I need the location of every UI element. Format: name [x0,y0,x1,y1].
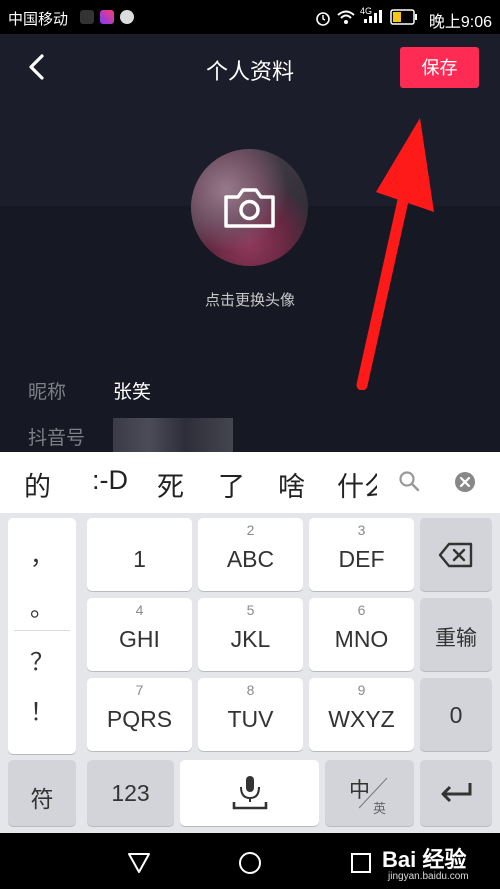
key-number: 3 [357,522,366,538]
douyin-id-label: 抖音号 [28,428,86,449]
key-number: 4 [135,602,144,618]
close-keyboard-icon[interactable] [454,471,476,493]
nav-home-icon[interactable] [238,851,262,875]
lang-sub-label: 英 [373,801,387,816]
key-label: DEF [338,546,385,572]
tiktok-icon [80,10,94,24]
search-icon[interactable] [398,470,420,492]
key-wxyz[interactable]: 9 WXYZ [309,678,414,751]
key-label: TUV [227,706,274,732]
watermark-logo: Bai 经验 [382,847,467,872]
candidate-word[interactable]: 啥 [278,465,305,504]
key-label: ABC [226,546,275,572]
nickname-label: 昵称 [28,382,67,403]
signal-icon [364,10,382,23]
key-1[interactable]: 1 [87,518,192,591]
candidate-word[interactable]: :-D [92,465,128,496]
period-key[interactable]: 。 [8,588,76,623]
key-label: 重输 [435,627,477,650]
key-def[interactable]: 3 DEF [309,518,414,591]
punctuation-column[interactable]: ， 。 ？ ！ [8,518,76,754]
key-label: 0 [449,702,463,728]
key-label: 符 [30,786,54,812]
key-pqrs[interactable]: 7 PQRS [87,678,192,751]
backspace-icon [438,542,473,568]
annotation-arrow [356,118,434,390]
key-label: MNO [334,626,389,652]
key-label: 1 [133,546,146,572]
key-number: 2 [246,522,255,538]
comma-key[interactable]: ， [8,536,76,571]
exclamation-key[interactable]: ！ [8,692,76,727]
divider [14,630,70,631]
key-label: 123 [111,780,150,806]
clock: 晚上9:06 [428,14,492,31]
douyin-id-redacted-value [113,418,233,452]
app-notification-icon [100,10,114,24]
nav-recents-icon[interactable] [350,852,372,874]
key-number: 5 [246,602,255,618]
key-mno[interactable]: 6 MNO [309,598,414,671]
save-button[interactable]: 保存 [400,47,479,88]
key-tuv[interactable]: 8 TUV [198,678,303,751]
key-number: 7 [135,682,144,698]
key-abc[interactable]: 2 ABC [198,518,303,591]
alarm-icon [316,12,330,26]
key-number: 9 [357,682,366,698]
candidate-word[interactable]: 了 [218,465,245,504]
enter-icon [441,783,472,803]
backspace-key[interactable] [420,518,492,591]
numeric-key[interactable]: 123 [87,760,174,826]
question-key[interactable]: ？ [8,642,76,677]
nickname-input[interactable]: 张笑 [113,377,151,404]
key-0[interactable]: 0 [420,678,492,751]
candidate-bar: 的 :-D 死 了 啥 什么 [0,452,500,513]
key-label: PQRS [106,706,173,732]
key-label: JKL [230,626,271,652]
enter-key[interactable] [420,760,492,826]
avatar[interactable] [191,149,308,266]
nav-back-icon[interactable] [127,852,151,874]
candidate-word[interactable]: 的 [24,465,51,504]
camera-icon [224,188,275,228]
pinyin-keyboard: ， 。 ？ ！ 1 2 ABC 3 DEF 4 GHI 5 JKL 6 MNO … [0,513,500,833]
key-ghi[interactable]: 4 GHI [87,598,192,671]
key-number: 8 [246,682,255,698]
space-voice-key[interactable] [180,760,319,826]
candidate-word[interactable]: 什么 [337,465,377,504]
key-number: 6 [357,602,366,618]
symbol-key[interactable]: 符 [8,760,76,826]
microphone-icon [232,776,268,810]
carrier-name: 中国移动 [8,11,69,28]
key-jkl[interactable]: 5 JKL [198,598,303,671]
watermark-url: jingyan.baidu.com [388,871,469,882]
reinput-key[interactable]: 重输 [420,598,492,671]
battery-icon [390,9,417,25]
language-switch-key[interactable]: 中 英 [325,760,414,826]
key-label: GHI [119,626,160,652]
candidate-word[interactable]: 死 [157,465,184,504]
message-icon [120,10,134,24]
wifi-icon [337,10,355,24]
key-label: WXYZ [328,706,395,732]
status-bar: 中国移动 4G 晚上9:06 [0,0,500,34]
